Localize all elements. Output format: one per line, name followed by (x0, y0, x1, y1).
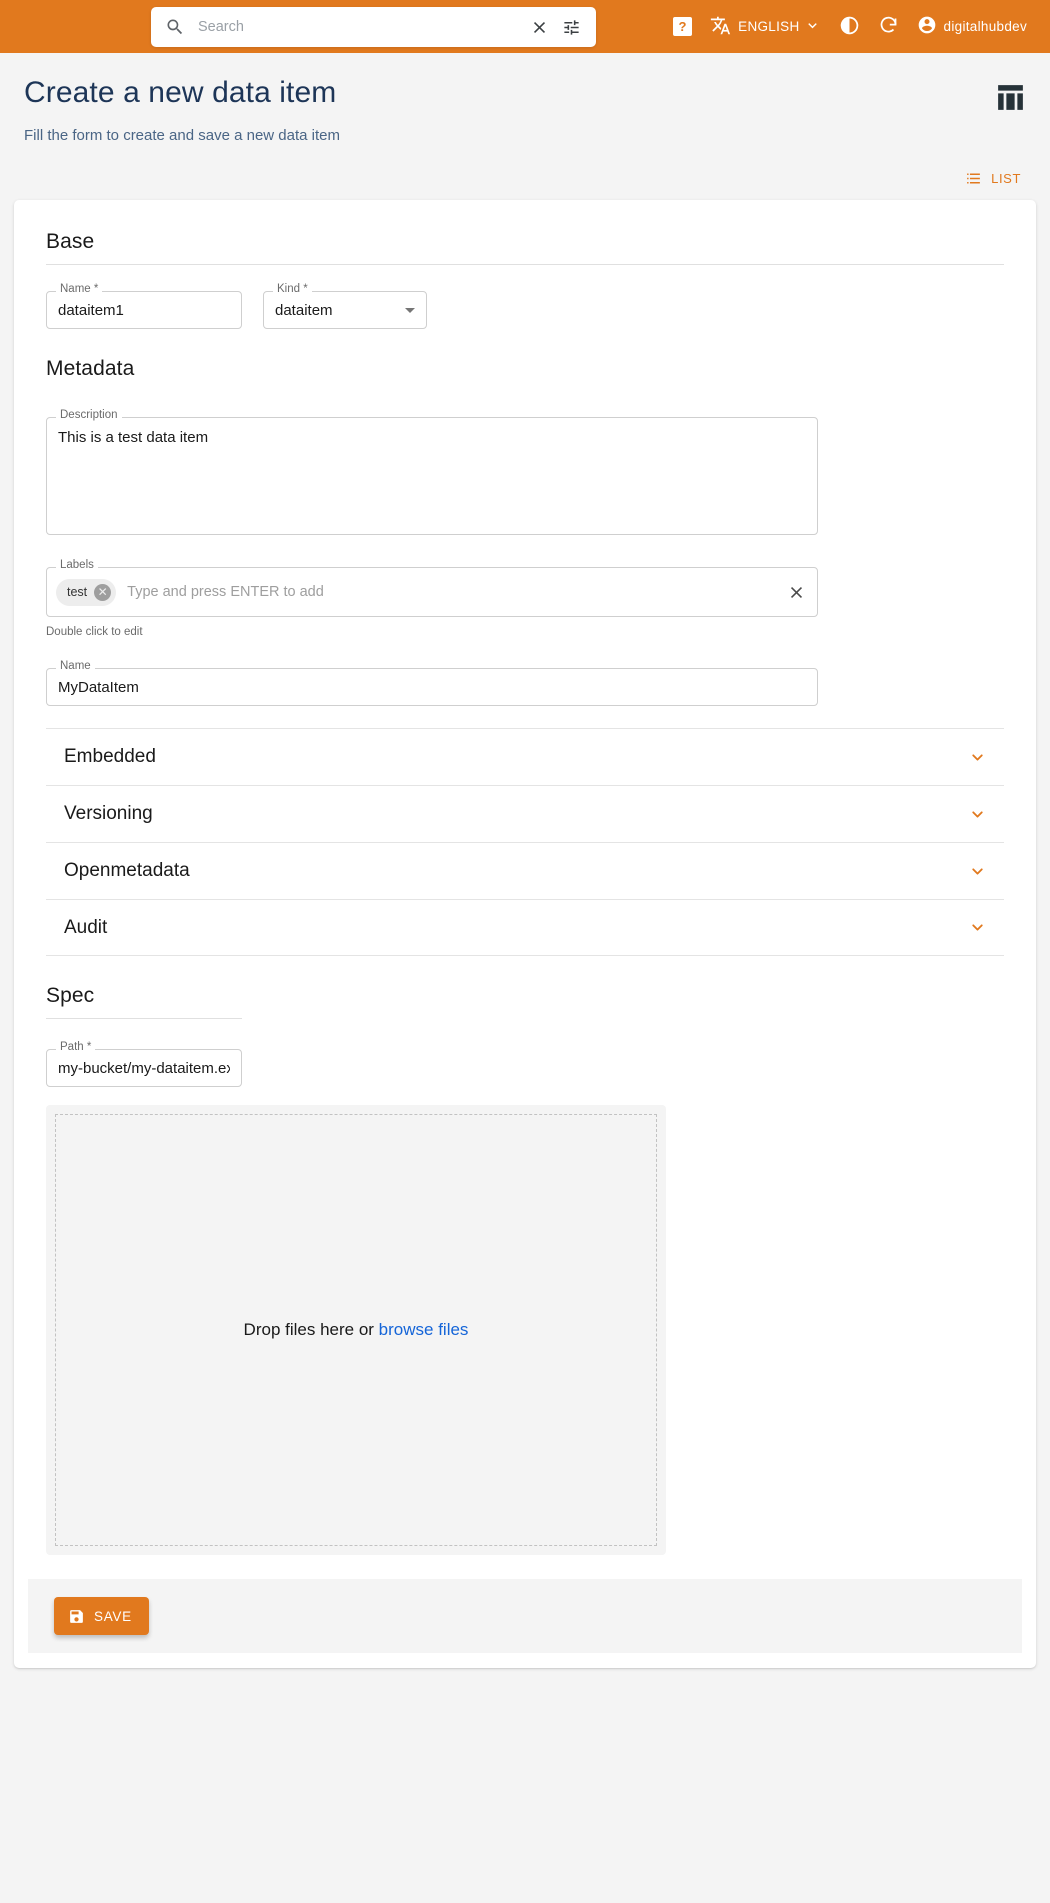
spec-path-row: Path * (33, 1019, 1017, 1087)
dropzone-wrapper: Drop files here or browse files (33, 1087, 1017, 1555)
app-bar: ? ENGLISH digitalhubdev (0, 0, 1050, 53)
metadata-name-field[interactable]: Name (46, 668, 818, 706)
base-fields-row: Name * Kind * dataitem (33, 265, 1017, 329)
refresh-icon (878, 15, 899, 39)
dropzone-prompt: Drop files here or (244, 1320, 379, 1339)
list-icon (965, 170, 982, 187)
chevron-down-icon[interactable] (969, 919, 986, 936)
name-field-label: Name * (56, 284, 102, 296)
form-body: Base Name * Kind * dataitem Metadata Des… (14, 200, 1036, 1555)
account-circle-icon (917, 15, 937, 38)
chevron-down-icon (804, 17, 821, 37)
list-button[interactable]: LIST (959, 165, 1027, 192)
page-subtitle: Fill the form to create and save a new d… (24, 127, 1026, 144)
clear-labels-icon[interactable] (785, 581, 807, 603)
list-button-label: LIST (991, 171, 1021, 186)
section-title-spec: Spec (33, 978, 1017, 1018)
remove-chip-icon[interactable]: ✕ (94, 584, 111, 601)
kind-field-label: Kind * (273, 284, 312, 296)
path-field[interactable]: Path * (46, 1049, 242, 1087)
help-button[interactable]: ? (664, 0, 701, 53)
help-icon: ? (673, 17, 692, 36)
search-input[interactable] (185, 19, 526, 35)
refresh-button[interactable] (869, 0, 908, 53)
description-row: Description (33, 391, 1017, 535)
meta-name-row: Name (33, 638, 1017, 706)
translate-icon (710, 15, 731, 39)
kind-field[interactable]: Kind * dataitem (263, 291, 427, 329)
form-footer: SAVE (28, 1579, 1022, 1653)
labels-row: Labels test ✕ (33, 535, 1017, 617)
dropdown-arrow-icon[interactable] (405, 308, 415, 313)
file-dropzone[interactable]: Drop files here or browse files (46, 1105, 666, 1555)
page-title: Create a new data item (24, 75, 1026, 111)
page-header: Create a new data item Fill the form to … (0, 53, 1050, 144)
clear-search-icon[interactable] (526, 14, 552, 40)
appbar-actions: ? ENGLISH digitalhubdev (664, 0, 1036, 53)
accordion-openmetadata[interactable]: Openmetadata (46, 842, 1004, 899)
accordion-embedded-label: Embedded (64, 746, 156, 768)
language-selector[interactable]: ENGLISH (701, 0, 829, 53)
kind-select-value: dataitem (275, 302, 405, 319)
chevron-down-icon[interactable] (969, 749, 986, 766)
search-icon (165, 17, 185, 37)
save-button[interactable]: SAVE (54, 1597, 149, 1635)
description-field-label: Description (56, 410, 122, 422)
accordion-audit-label: Audit (64, 917, 107, 939)
accordion-openmetadata-label: Openmetadata (64, 860, 190, 882)
name-field[interactable]: Name * (46, 291, 242, 329)
path-field-label: Path * (56, 1042, 95, 1054)
language-label: ENGLISH (738, 19, 799, 34)
accordion-versioning-label: Versioning (64, 803, 153, 825)
name-input[interactable] (58, 302, 230, 319)
user-menu-button[interactable]: digitalhubdev (908, 0, 1036, 53)
browse-files-link[interactable]: browse files (379, 1320, 469, 1339)
label-chip[interactable]: test ✕ (56, 579, 116, 606)
section-title-metadata: Metadata (33, 351, 1017, 391)
description-textarea[interactable] (58, 428, 806, 524)
chevron-down-icon[interactable] (969, 806, 986, 823)
chevron-down-icon[interactable] (969, 863, 986, 880)
search-bar[interactable] (151, 7, 596, 47)
labels-field-label: Labels (56, 560, 98, 572)
accordion-embedded[interactable]: Embedded (46, 728, 1004, 785)
section-title-base: Base (33, 224, 1017, 264)
table-chart-icon[interactable] (994, 81, 1027, 114)
accordion-group: Embedded Versioning Openmetadata Audit (46, 728, 1004, 956)
dropzone-text: Drop files here or browse files (244, 1320, 469, 1340)
accordion-versioning[interactable]: Versioning (46, 785, 1004, 842)
label-chip-text: test (67, 585, 87, 599)
metadata-name-input[interactable] (58, 679, 806, 696)
form-card: Base Name * Kind * dataitem Metadata Des… (14, 200, 1036, 1668)
theme-toggle-button[interactable] (830, 0, 869, 53)
tune-icon[interactable] (558, 14, 584, 40)
metadata-name-label: Name (56, 661, 95, 673)
save-icon (68, 1608, 85, 1625)
accordion-audit[interactable]: Audit (46, 899, 1004, 956)
page-toolbar: LIST (0, 156, 1050, 200)
labels-helper-text: Double click to edit (46, 626, 1017, 638)
save-button-label: SAVE (94, 1609, 132, 1624)
labels-input[interactable] (127, 584, 785, 600)
dark-mode-icon (839, 15, 860, 39)
path-input[interactable] (58, 1060, 230, 1077)
description-field[interactable]: Description (46, 417, 818, 535)
labels-field[interactable]: Labels test ✕ (46, 567, 818, 617)
user-name-label: digitalhubdev (944, 19, 1027, 34)
